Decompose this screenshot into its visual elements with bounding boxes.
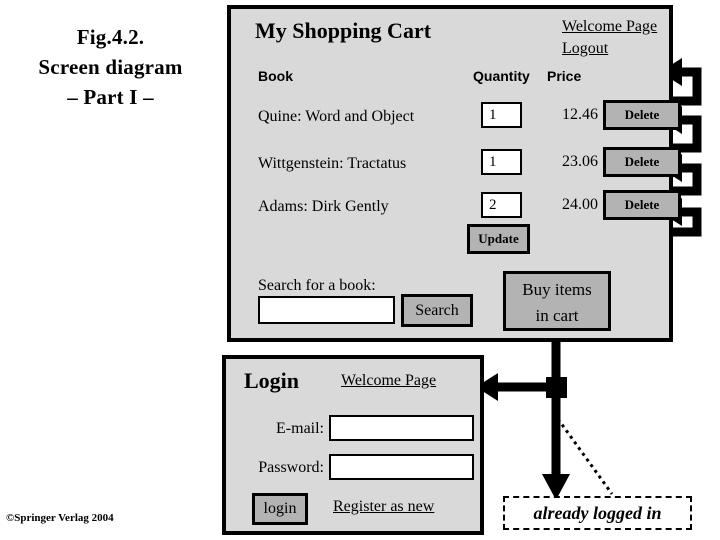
already-logged-in-annotation: already logged in	[503, 496, 692, 530]
shopping-cart-screen: My Shopping Cart Welcome Page Logout Boo…	[227, 5, 681, 342]
buy-flow-connector	[476, 322, 570, 500]
book-title: Wittgenstein: Tractatus	[258, 155, 407, 172]
book-title: Adams: Dirk Gently	[258, 198, 389, 215]
login-button[interactable]: login	[252, 493, 308, 525]
figure-caption: Fig.4.2. Screen diagram – Part I –	[8, 22, 213, 112]
cart-row: Adams: Dirk Gently 24.00 Delete	[231, 190, 681, 226]
quantity-input[interactable]	[481, 102, 522, 128]
column-header-price: Price	[547, 68, 582, 84]
quantity-input[interactable]	[481, 192, 522, 218]
figure-caption-line-1: Fig.4.2.	[76, 25, 145, 49]
login-welcome-page-link[interactable]: Welcome Page	[341, 372, 436, 390]
copyright-notice: ©Springer Verlag 2004	[6, 512, 114, 524]
search-label: Search for a book:	[258, 277, 376, 294]
cart-welcome-page-link[interactable]: Welcome Page	[562, 18, 657, 36]
annotation-leader-line	[556, 418, 614, 495]
column-header-book: Book	[258, 68, 293, 84]
delete-button[interactable]: Delete	[603, 100, 681, 130]
delete-button[interactable]: Delete	[603, 147, 681, 177]
buy-button-label-line-1: Buy items	[522, 280, 592, 299]
search-button[interactable]: Search	[401, 294, 473, 327]
email-field[interactable]	[329, 415, 474, 441]
cart-row: Wittgenstein: Tractatus 23.06 Delete	[231, 147, 681, 183]
password-label: Password:	[258, 459, 324, 476]
figure-caption-line-2: Screen diagram	[38, 55, 183, 79]
password-field[interactable]	[329, 454, 474, 480]
email-label: E-mail:	[276, 420, 324, 437]
update-button[interactable]: Update	[467, 224, 530, 254]
login-screen: Login Welcome Page E-mail: Password: log…	[222, 355, 484, 535]
buy-items-in-cart-button[interactable]: Buy items in cart	[503, 271, 611, 331]
book-title: Quine: Word and Object	[258, 108, 415, 125]
buy-button-label-line-2: in cart	[535, 306, 579, 325]
column-header-quantity: Quantity	[473, 68, 530, 84]
price-value: 24.00	[562, 196, 598, 213]
cart-row: Quine: Word and Object 12.46 Delete	[231, 100, 681, 136]
cart-title: My Shopping Cart	[255, 18, 432, 43]
figure-caption-line-3: – Part I –	[67, 85, 154, 109]
price-value: 23.06	[562, 153, 598, 170]
login-title: Login	[244, 368, 300, 393]
price-value: 12.46	[562, 106, 598, 123]
cart-logout-link[interactable]: Logout	[562, 40, 608, 58]
quantity-input[interactable]	[481, 149, 522, 175]
register-as-new-link[interactable]: Register as new	[333, 498, 434, 516]
delete-button[interactable]: Delete	[603, 190, 681, 220]
search-input[interactable]	[258, 296, 395, 324]
